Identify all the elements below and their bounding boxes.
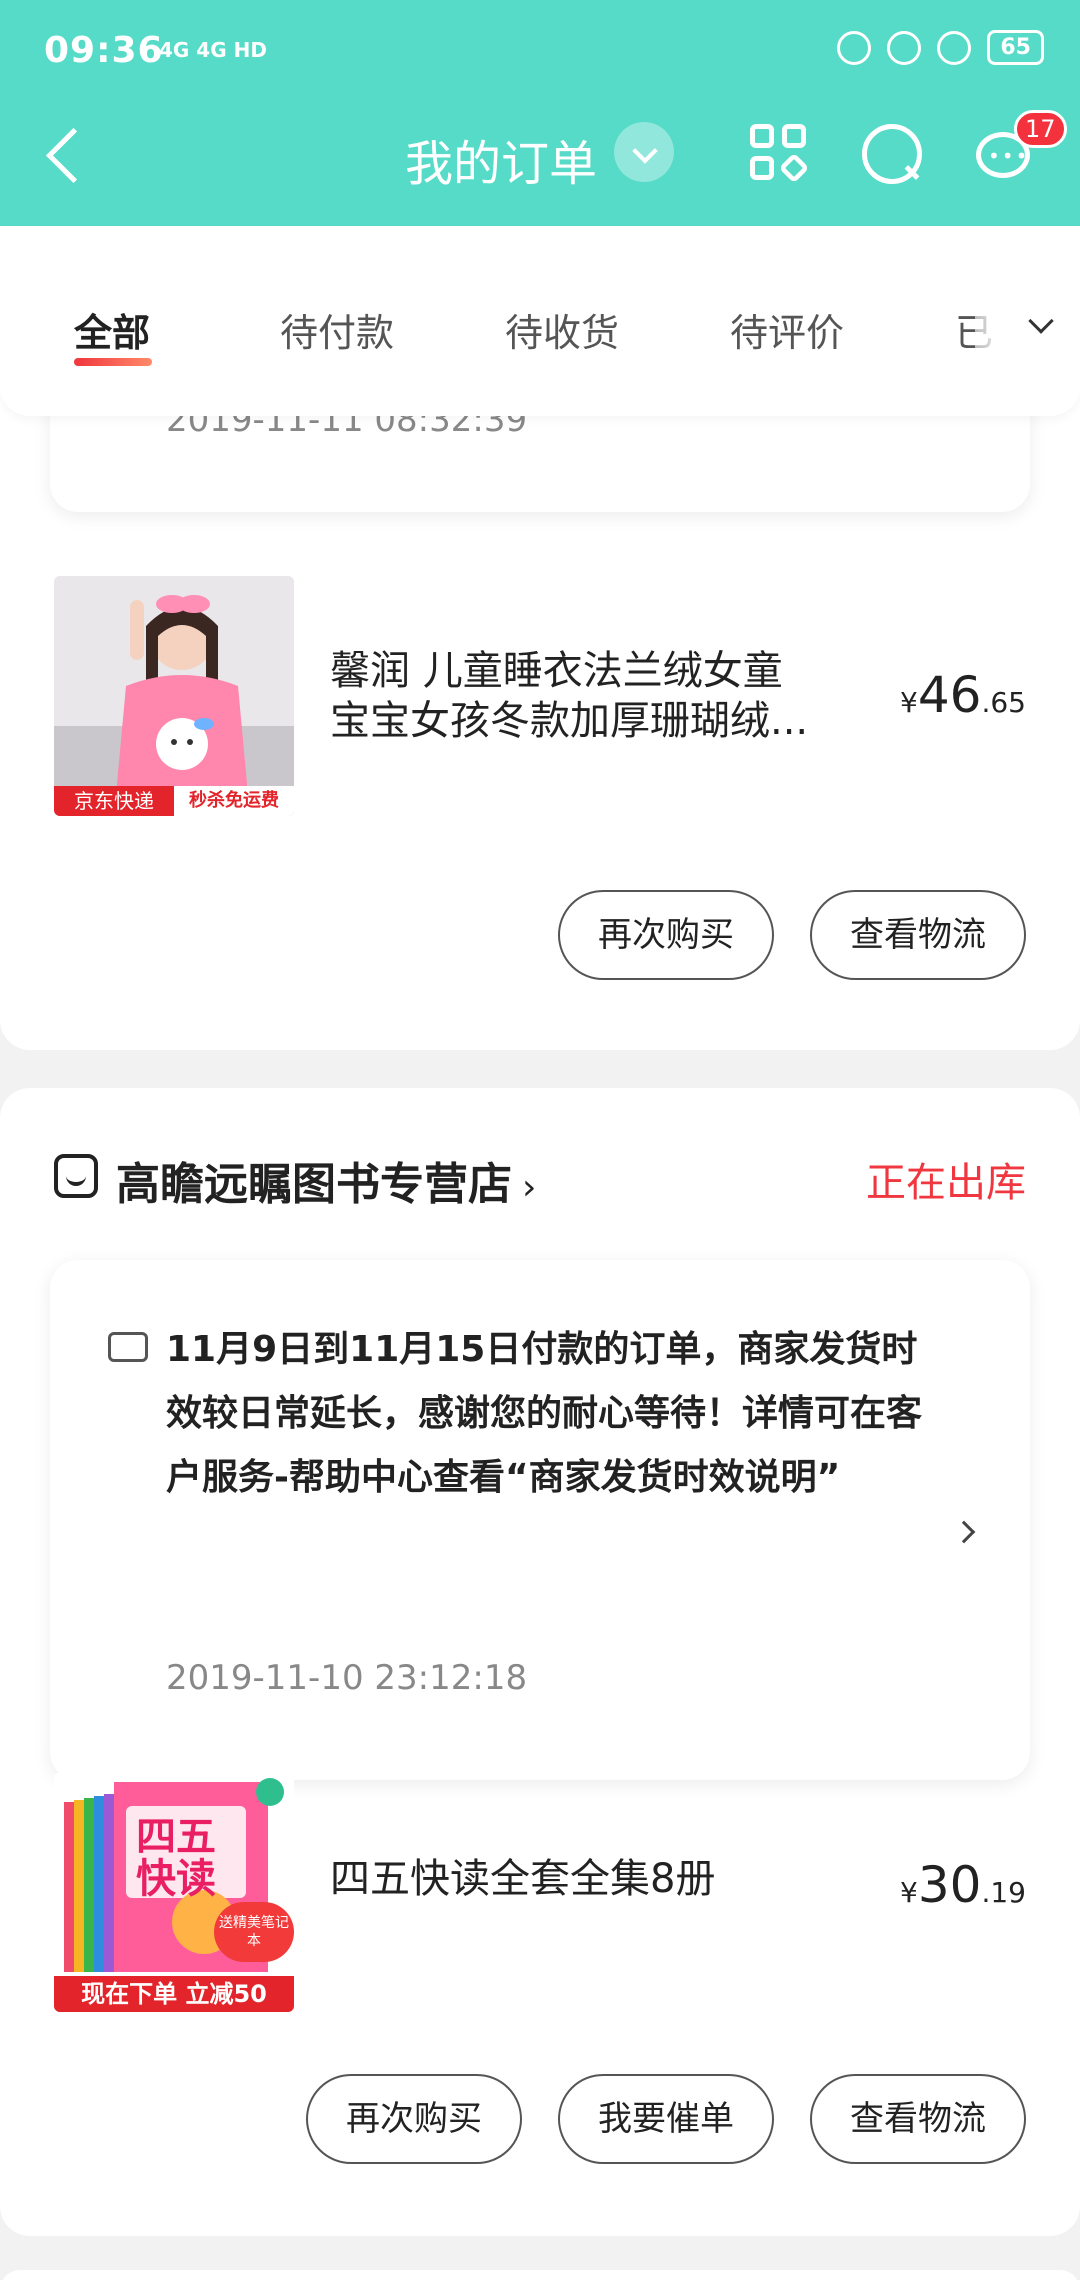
chevron-down-icon[interactable]: [614, 122, 674, 182]
store-name-text: 高瞻远瞩图书专营店: [116, 1159, 512, 1210]
product-name[interactable]: 四五快读全套全集8册: [330, 1854, 810, 1904]
view-logistics-button[interactable]: 查看物流: [810, 2074, 1026, 2164]
chevron-right-icon: [952, 1520, 976, 1544]
network-indicator: 4G 4G HD: [159, 38, 267, 62]
price-symbol: ¥: [900, 686, 918, 719]
tab-pending-payment[interactable]: 待付款: [280, 302, 394, 357]
page-title[interactable]: 我的订单: [405, 124, 597, 194]
top-bar: 09:36 4G 4G HD 65 我的订单 ••• 17: [0, 0, 1080, 226]
lock-icon: [887, 30, 922, 65]
urge-order-button[interactable]: 我要催单: [558, 2074, 774, 2164]
tab-active-indicator: [74, 358, 152, 366]
buy-again-button[interactable]: 再次购买: [558, 890, 774, 980]
nav-row: 我的订单 •••: [0, 112, 1080, 202]
tab-pending-receipt[interactable]: 待收货: [505, 302, 619, 357]
bell-off-icon: [837, 30, 872, 65]
alarm-icon: [937, 30, 972, 65]
product-price: ¥46.65: [900, 666, 1026, 724]
product-photo: [54, 576, 294, 816]
price-integer: 46: [917, 666, 982, 724]
store-icon: [54, 1154, 98, 1198]
view-logistics-button[interactable]: 查看物流: [810, 890, 1026, 980]
price-integer: 30: [917, 1856, 982, 1914]
product-image[interactable]: 四五快读 送精美笔记本 现在下单 立减50: [54, 1772, 294, 2012]
battery-icon: 65: [987, 30, 1044, 65]
logistics-notice[interactable]: 11月9日到11月15日付款的订单，商家发货时效较日常延长，感谢您的耐心等待！详…: [50, 1260, 1030, 1780]
grid-icon[interactable]: [750, 124, 810, 184]
notice-time: 2019-11-10 23:12:18: [166, 1658, 528, 1698]
image-gift-tag: 送精美笔记本: [214, 1902, 294, 1962]
tab-pending-review[interactable]: 待评价: [730, 302, 844, 357]
message-badge: 17: [1014, 110, 1067, 148]
price-symbol: ¥: [900, 1876, 918, 1909]
product-name[interactable]: 馨润 儿童睡衣法兰绒女童宝宝女孩冬款加厚珊瑚绒...: [330, 646, 810, 746]
notice-text: 11月9日到11月15日付款的订单，商家发货时效较日常延长，感谢您的耐心等待！详…: [166, 1329, 923, 1498]
order-tabs: 全部 待付款 待收货 待评价 已: [0, 226, 1080, 416]
product-image-banner: 京东快递 秒杀免运费: [54, 786, 294, 816]
back-icon[interactable]: [40, 122, 100, 192]
order-card: [0, 2270, 1080, 2280]
status-bar: 09:36 4G 4G HD 65: [44, 30, 1044, 82]
image-tag: 秒杀免运费: [189, 790, 279, 811]
store-name[interactable]: 高瞻远瞩图书专营店 ›: [116, 1148, 536, 1212]
price-decimal: .19: [981, 1876, 1026, 1909]
chevron-right-icon: ›: [522, 1167, 537, 1208]
status-icons: 65: [837, 30, 1044, 65]
price-decimal: .65: [981, 686, 1026, 719]
order-status: 正在出库: [866, 1160, 1026, 1206]
order-card: 高瞻远瞩图书专营店 › 正在出库 11月9日到11月15日付款的订单，商家发货时效…: [0, 1088, 1080, 2236]
search-icon[interactable]: [860, 122, 922, 184]
product-price: ¥30.19: [900, 1856, 1026, 1914]
status-time: 09:36: [44, 30, 164, 71]
truck-icon: [108, 1332, 148, 1362]
tab-fade: [975, 286, 1080, 366]
tab-all[interactable]: 全部: [74, 302, 150, 357]
image-title: 四五快读: [136, 1814, 216, 1902]
image-tag: 京东快递: [54, 786, 174, 816]
buy-again-button[interactable]: 再次购买: [306, 2074, 522, 2164]
image-banner: 现在下单 立减50: [54, 1976, 294, 2012]
product-image[interactable]: 京东快递 秒杀免运费: [54, 576, 294, 816]
